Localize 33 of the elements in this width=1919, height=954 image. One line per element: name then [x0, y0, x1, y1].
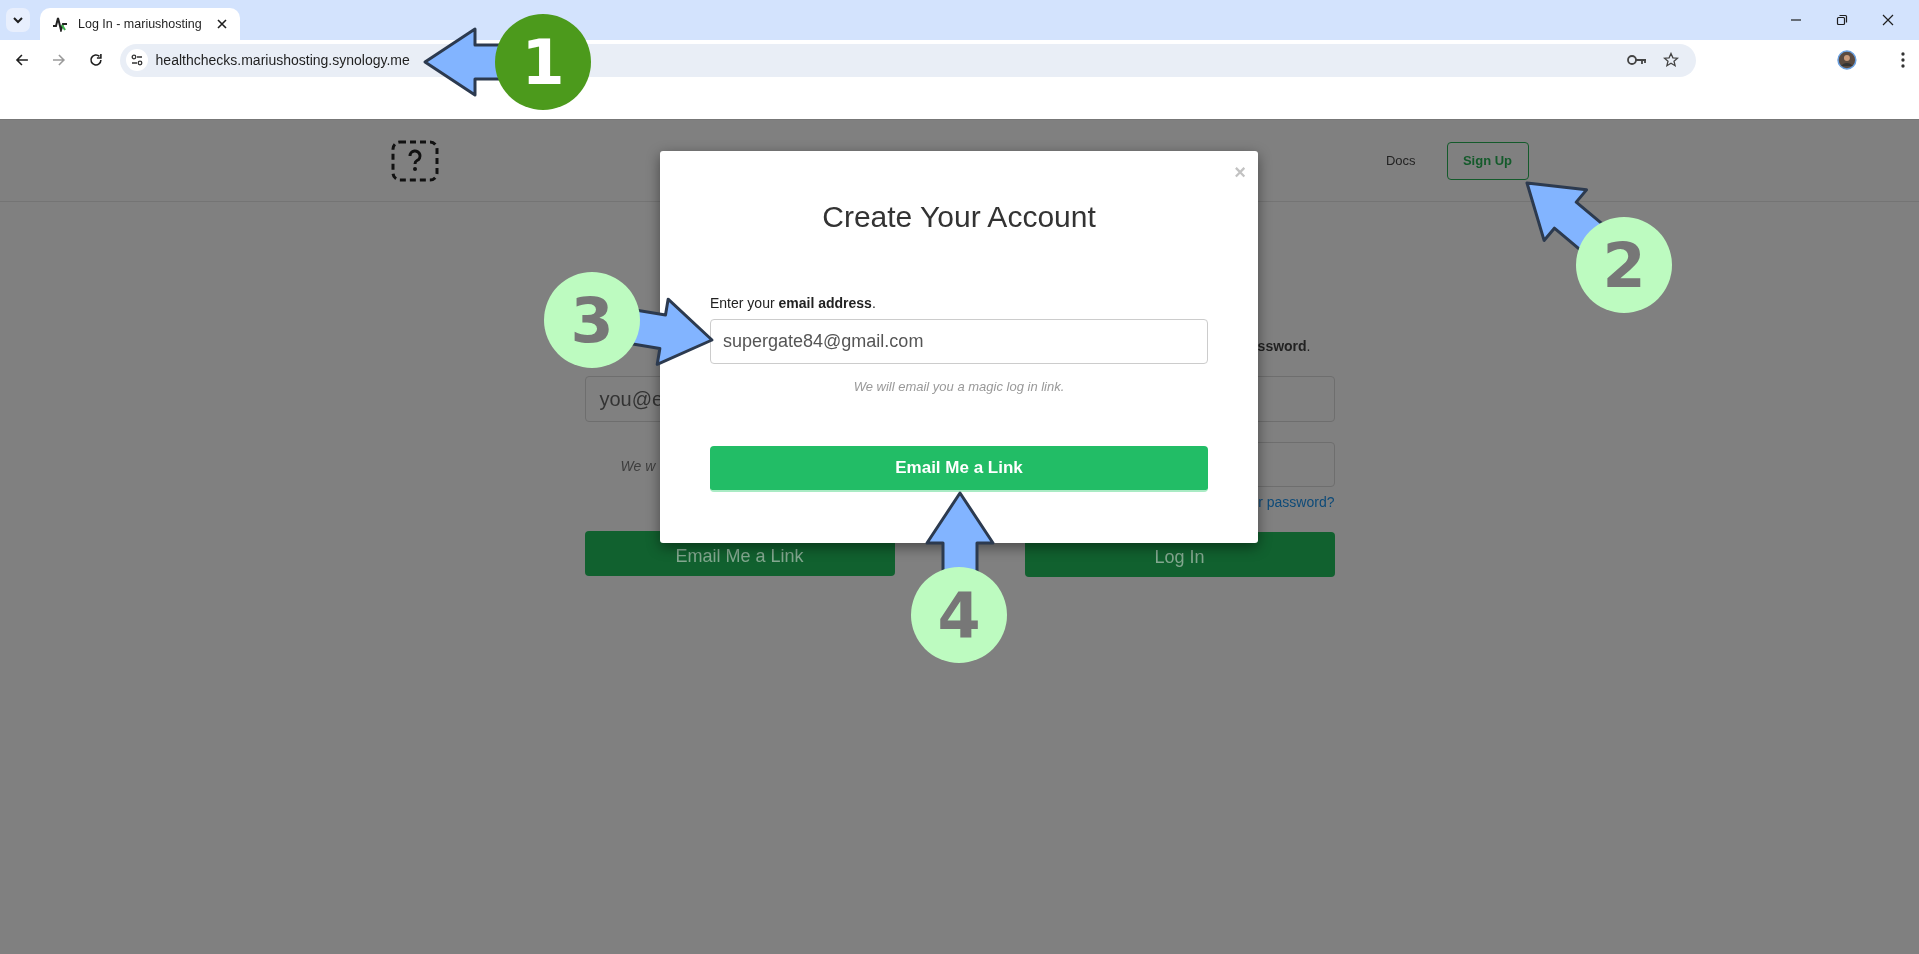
site-settings-icon[interactable]	[125, 49, 148, 71]
close-tab-icon[interactable]	[216, 18, 228, 30]
step-number-marker: 1	[495, 14, 591, 110]
step-number-marker: 2	[1576, 217, 1672, 313]
email-link-button[interactable]: Email Me a Link	[710, 446, 1208, 492]
logo-icon[interactable]	[390, 139, 439, 182]
browser-tab[interactable]: Log In - mariushosting	[40, 8, 240, 40]
avatar-icon[interactable]	[1837, 50, 1857, 70]
tab-list-button[interactable]	[6, 8, 30, 32]
forgot-password-link[interactable]: r password?	[1258, 493, 1335, 511]
url-text: healthchecks.mariushosting.synology.me	[155, 52, 410, 68]
login-note: We w	[619, 457, 657, 476]
back-icon[interactable]	[14, 52, 30, 68]
login-instructions: ssword.	[1256, 337, 1312, 356]
forward-icon[interactable]	[50, 52, 67, 68]
key-icon[interactable]	[1627, 54, 1648, 66]
docs-link[interactable]: Docs	[1385, 153, 1416, 168]
pulse-icon	[52, 16, 68, 32]
hint-text: We will email you a magic log in link.	[852, 378, 1066, 396]
star-icon[interactable]	[1663, 52, 1680, 68]
step-number-marker: 3	[544, 272, 640, 368]
caret-icon	[12, 16, 24, 24]
menu-icon[interactable]	[1901, 52, 1905, 68]
email-label: Enter your email address.	[710, 294, 877, 313]
close-button[interactable]: ×	[1234, 161, 1246, 183]
reload-icon[interactable]	[87, 52, 104, 68]
dialog-title: Create Your Account	[821, 199, 1097, 235]
sign-up-button[interactable]: Sign Up	[1446, 141, 1529, 180]
restore-icon[interactable]	[1836, 14, 1848, 26]
email-input[interactable]: supergate84@gmail.com	[710, 319, 1208, 364]
close-icon[interactable]	[1882, 14, 1894, 26]
step-number-marker: 4	[911, 567, 1007, 663]
tab-title: Log In - mariushosting	[78, 17, 203, 31]
